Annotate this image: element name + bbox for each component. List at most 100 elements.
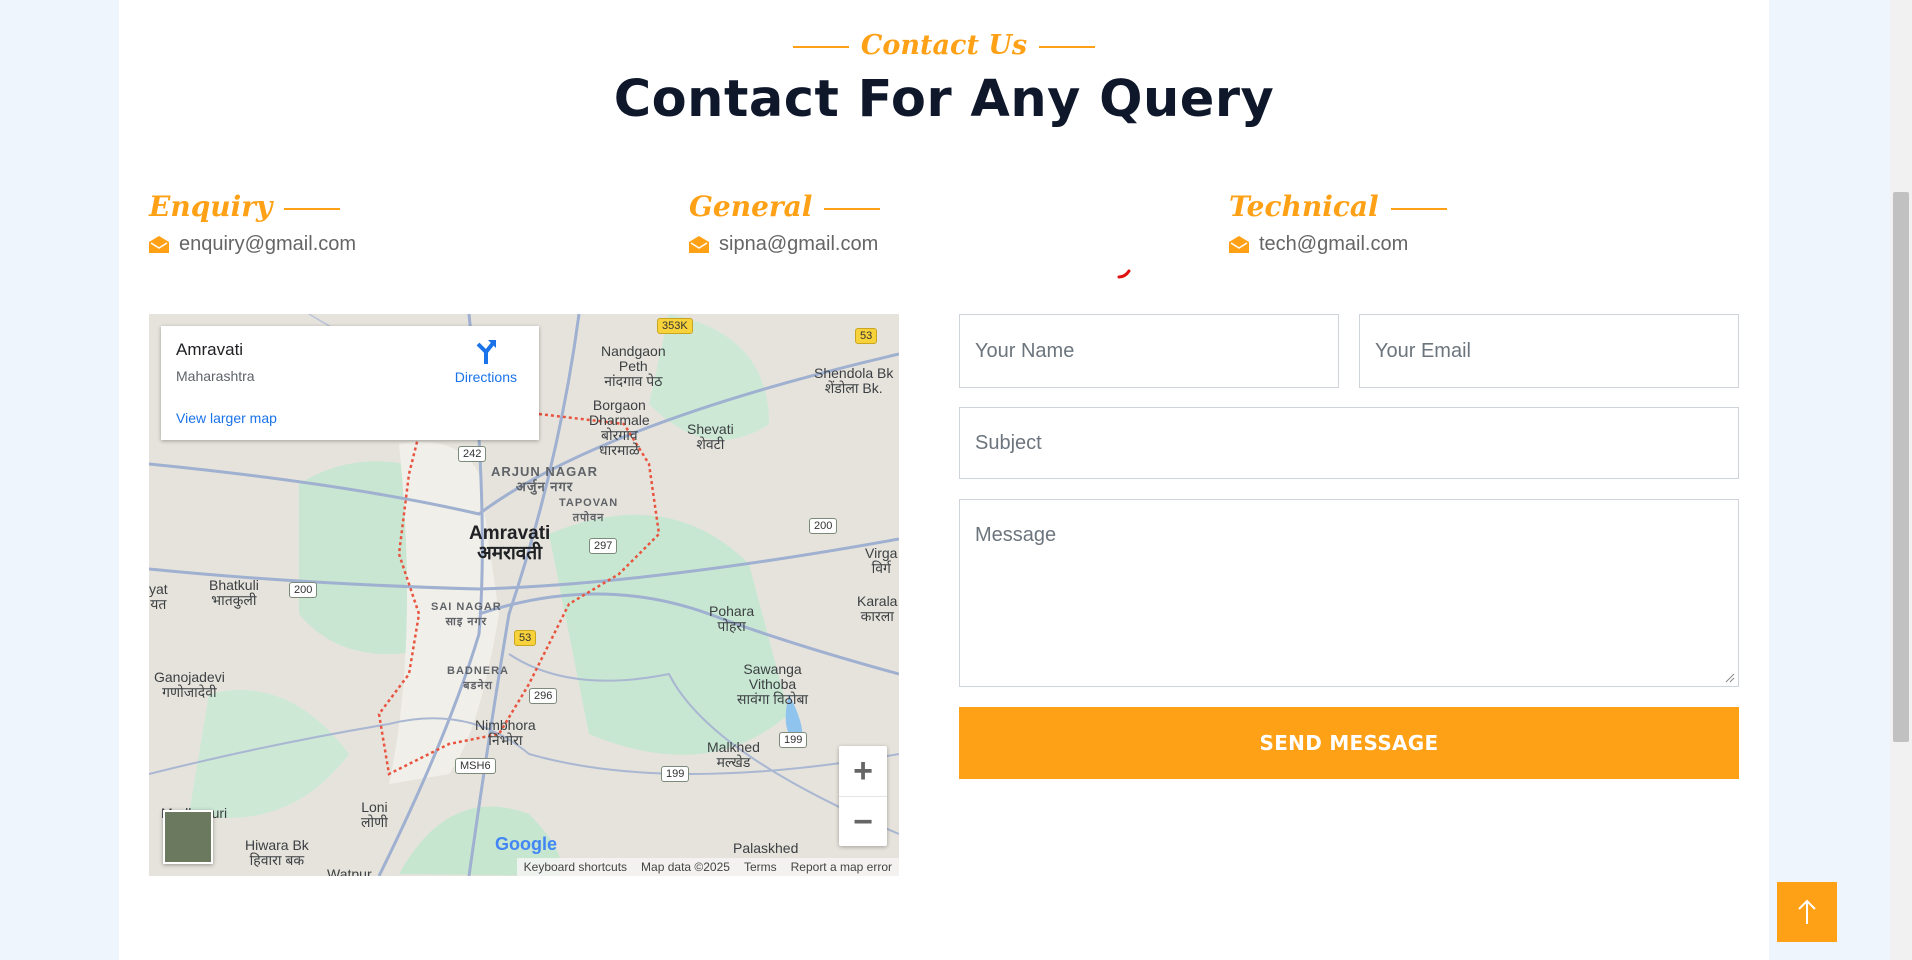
map-text: विर्ग [871,560,891,576]
map-label-badnera: BADNERA बडनेरा [447,664,509,694]
red-stroke-mark [1117,269,1131,279]
directions-label: Directions [454,369,517,385]
view-larger-map-link[interactable]: View larger map [176,410,277,426]
contact-email-row: tech@gmail.com [1229,233,1447,256]
directions-button[interactable]: Directions [455,338,517,385]
road-shield: MSH6 [455,758,496,774]
map-text: सावंगा विठोबा [737,691,809,707]
map-label-watpur: Watpur [327,867,372,877]
map-text: अर्जुन नगर [515,479,574,494]
name-input[interactable]: Your Name [959,314,1339,388]
divider-line [284,207,341,210]
map-zoom-controls: + − [839,746,887,846]
map-text: मल्खेड [716,754,751,770]
road-shield: 353K [657,318,693,334]
map-label-nimbhora: Nimbhora निंभोरा [475,718,536,748]
map-text: Malkhed [707,739,760,755]
email-placeholder: Your Email [1375,339,1471,362]
map-label-nandgaon: Nandgaon Peth नांदगाव पेठ [601,344,666,389]
map-text: Loni [361,799,388,815]
back-to-top-button[interactable] [1777,882,1837,942]
map-label-shevati: Shevati शेवटी [687,422,734,452]
map-text: लोणी [361,814,388,830]
map-text: Dharmale [589,412,650,428]
road-shield: 242 [458,446,487,462]
contact-heading: General [689,190,881,223]
map-label-sawanga: Sawanga Vithoba सावंगा विठोबा [737,662,808,707]
contact-heading: Technical [1229,190,1447,223]
map-text: भातकुली [211,592,257,608]
road-shield: 297 [589,538,618,554]
envelope-open-icon [689,236,709,253]
map-label-virga: Virga विर्ग [865,546,897,576]
map-text: Ganojadevi [154,669,225,685]
google-map[interactable]: Amravati अमरावती ARJUN NAGAR अर्जुन नगर TA… [149,314,899,876]
map-label-malkhed: Malkhed मल्खेड [707,740,760,770]
envelope-open-icon [149,236,169,253]
map-label-borgaon: Borgaon Dharmale बोरगाव धारमाळे [589,398,650,458]
map-text: Borgaon [592,397,646,413]
road-shield: 200 [289,582,318,598]
name-placeholder: Your Name [975,339,1075,362]
divider-line [1390,207,1447,210]
map-text: Palaskhed [733,840,799,856]
map-text: SAI NAGAR [431,601,502,613]
map-text: तपोवन [572,512,605,524]
contact-technical: Technical tech@gmail.com [1229,190,1447,256]
terms-link[interactable]: Terms [737,858,784,876]
contact-email[interactable]: enquiry@gmail.com [179,233,356,256]
scrollbar-track[interactable] [1890,0,1912,960]
message-placeholder: Message [975,524,1057,546]
contact-email[interactable]: tech@gmail.com [1259,233,1408,256]
divider-line [792,45,849,48]
map-label-hiwara: Hiwara Bk हिवारा बक [245,838,309,868]
map-label-ganojadevi: Ganojadevi गणोजादेवी [154,670,225,700]
send-message-button[interactable]: SEND MESSAGE [959,707,1739,779]
road-shield: 53 [514,630,537,646]
divider-line [824,207,881,210]
map-text: Bhatkuli [209,577,259,593]
resize-handle-icon[interactable] [1725,673,1735,683]
arrow-up-icon [1798,899,1816,924]
subtitle-text: Contact Us [860,30,1028,61]
map-text: हिवारा बक [249,852,305,868]
map-label-bhatkuli: Bhatkuli भातकुली [209,578,259,608]
map-label-pohara: Pohara पोहरा [709,604,754,634]
map-text: निंभोरा [488,732,523,748]
map-text: Shevati [687,421,734,437]
map-label-loni: Loni लोणी [361,800,388,830]
map-text: धारमाळे [599,442,640,458]
message-textarea[interactable]: Message [959,499,1739,687]
contact-heading-text: Enquiry [149,190,273,223]
road-shield: 199 [661,766,690,782]
map-text: Vithoba [748,676,797,692]
contact-enquiry: Enquiry enquiry@gmail.com [149,190,356,256]
email-input[interactable]: Your Email [1359,314,1739,388]
road-shield: 296 [529,688,558,704]
zoom-in-button[interactable]: + [839,746,887,796]
road-shield: 199 [779,732,808,748]
divider-line [1039,45,1096,48]
map-place-card: Amravati Maharashtra View larger map Dir… [161,326,539,440]
contact-email[interactable]: sipna@gmail.com [719,233,878,256]
section-subtitle: Contact Us [119,30,1769,61]
keyboard-shortcuts-link[interactable]: Keyboard shortcuts [517,858,634,876]
satellite-view-toggle[interactable] [163,810,213,864]
subject-input[interactable]: Subject [959,407,1739,479]
report-map-error-link[interactable]: Report a map error [784,858,899,876]
road-shield: 53 [855,328,878,344]
map-text: अमरावती [477,543,543,564]
map-text: पोहरा [717,618,746,634]
map-text: गणोजादेवी [162,684,217,700]
contact-heading: Enquiry [149,190,356,223]
zoom-out-button[interactable]: − [839,796,887,847]
map-text: बोरगाव [601,427,638,443]
contact-email-row: sipna@gmail.com [689,233,880,256]
scrollbar-thumb[interactable] [1893,192,1909,742]
map-text: Karala [857,593,898,609]
map-data-attribution: Map data ©2025 [641,860,730,874]
map-text: कारला [860,608,894,624]
map-place-name: Amravati [176,340,244,359]
map-label-yat: yat यत [149,582,168,612]
map-label-arjun-nagar: ARJUN NAGAR अर्जुन नगर [491,464,598,494]
